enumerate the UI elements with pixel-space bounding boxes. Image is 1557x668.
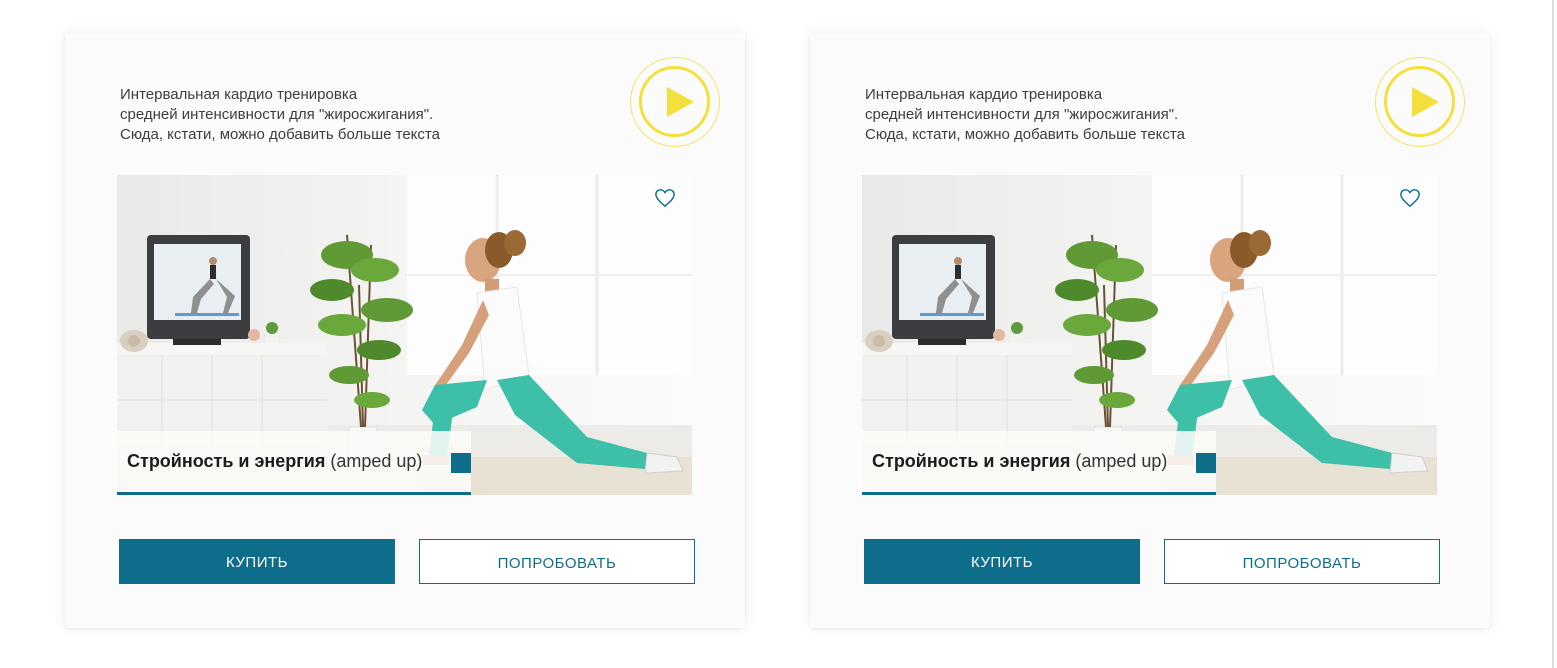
play-icon (1412, 87, 1439, 117)
stop-icon[interactable] (1196, 453, 1216, 473)
workout-image: Стройность и энергия (amped up) (117, 175, 692, 495)
workout-caption: Стройность и энергия (amped up) (862, 431, 1216, 495)
workout-description: Интервальная кардио тренировка средней и… (865, 86, 1185, 143)
workout-title: Стройность и энергия (amped up) (127, 451, 423, 471)
play-button[interactable] (1375, 57, 1465, 147)
progress-bar (117, 492, 471, 495)
workout-caption: Стройность и энергия (amped up) (117, 431, 471, 495)
try-button[interactable]: ПОПРОБОВАТЬ (419, 539, 695, 584)
buy-button[interactable]: КУПИТЬ (119, 539, 395, 584)
workout-card: Интервальная кардио тренировка средней и… (810, 33, 1490, 628)
stop-icon[interactable] (451, 453, 471, 473)
play-button[interactable] (630, 57, 720, 147)
progress-bar (862, 492, 1216, 495)
workout-description: Интервальная кардио тренировка средней и… (120, 86, 440, 143)
buy-button[interactable]: КУПИТЬ (864, 539, 1140, 584)
try-button[interactable]: ПОПРОБОВАТЬ (1164, 539, 1440, 584)
play-icon (667, 87, 694, 117)
scrollbar-track[interactable] (1552, 0, 1554, 668)
heart-icon[interactable] (654, 188, 676, 208)
heart-icon[interactable] (1399, 188, 1421, 208)
workout-image: Стройность и энергия (amped up) (862, 175, 1437, 495)
workout-card: Интервальная кардио тренировка средней и… (65, 33, 745, 628)
workout-title: Стройность и энергия (amped up) (872, 451, 1168, 471)
